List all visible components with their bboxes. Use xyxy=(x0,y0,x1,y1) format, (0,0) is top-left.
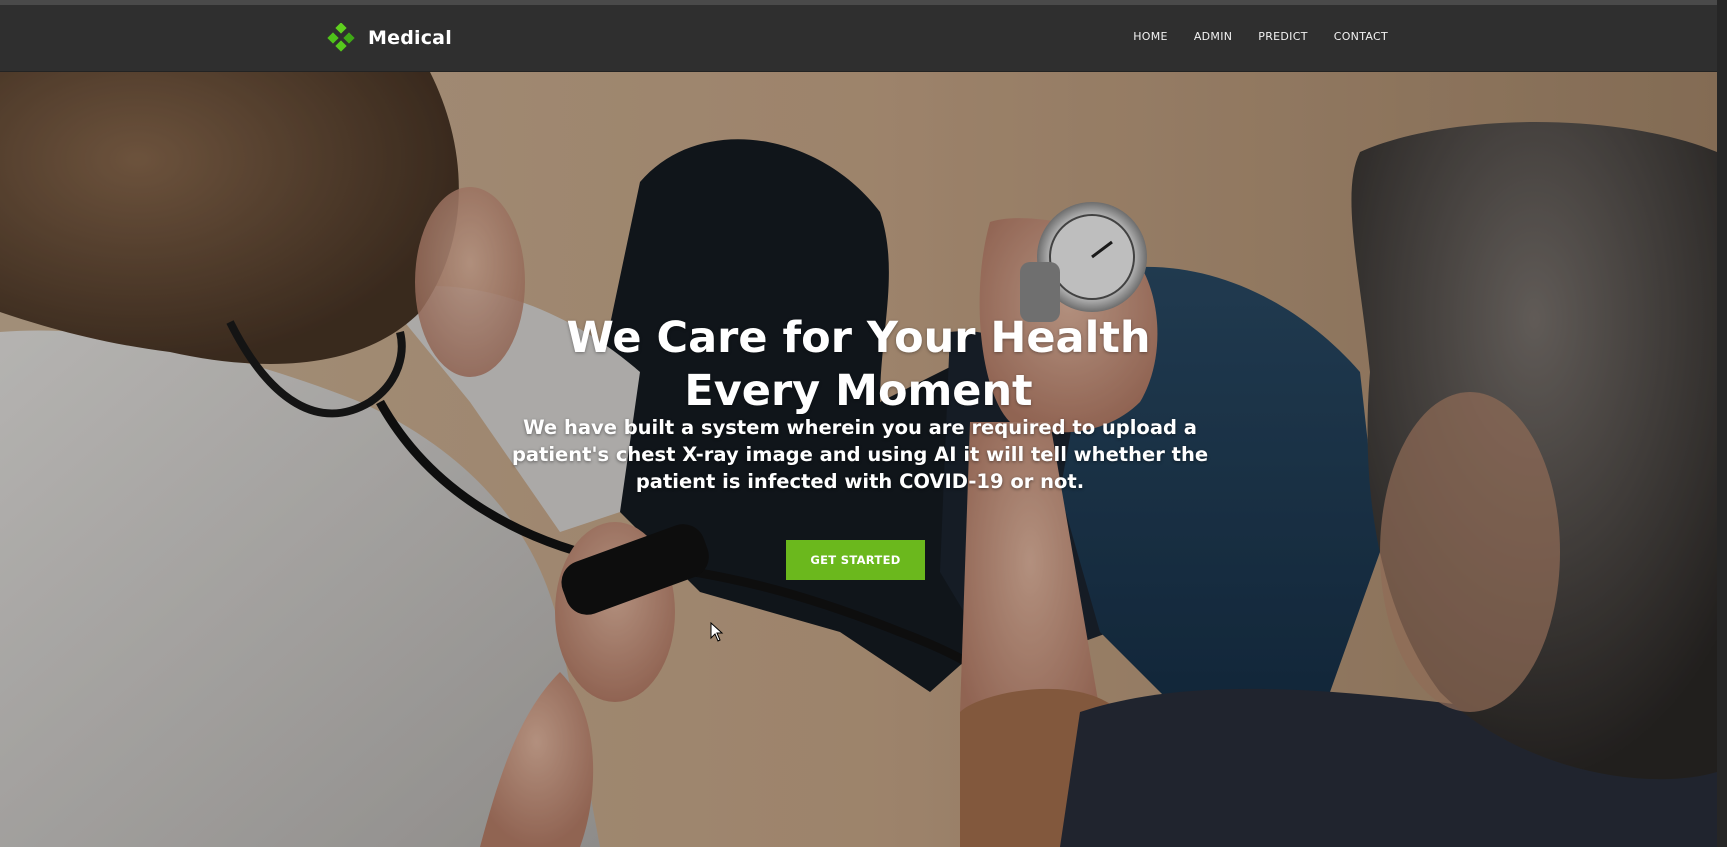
nav-predict-link[interactable]: PREDICT xyxy=(1258,30,1307,43)
window-right-border xyxy=(1717,0,1727,847)
brand-name: Medical xyxy=(368,27,452,49)
brand-logo-link[interactable]: Medical xyxy=(326,23,452,53)
nav-home-link[interactable]: HOME xyxy=(1133,30,1168,43)
top-navbar: Medical HOME ADMIN PREDICT CONTACT xyxy=(0,5,1717,72)
green-diamond-cluster-icon xyxy=(327,23,355,52)
hero-title-line-2: Every Moment xyxy=(684,366,1033,416)
main-nav: HOME ADMIN PREDICT CONTACT xyxy=(1107,30,1388,43)
hero-title-line-1: We Care for Your Health xyxy=(566,313,1151,363)
browser-page: Medical HOME ADMIN PREDICT CONTACT We Ca… xyxy=(0,0,1727,847)
hero-subtitle: We have built a system wherein you are r… xyxy=(511,416,1209,493)
hero-title: We Care for Your Health Every Moment xyxy=(0,312,1717,418)
hero-section: We Care for Your Health Every Moment We … xyxy=(0,72,1717,847)
nav-admin-link[interactable]: ADMIN xyxy=(1194,30,1232,43)
mouse-cursor-icon xyxy=(710,622,724,642)
get-started-button[interactable]: GET STARTED xyxy=(786,540,925,580)
nav-contact-link[interactable]: CONTACT xyxy=(1334,30,1388,43)
